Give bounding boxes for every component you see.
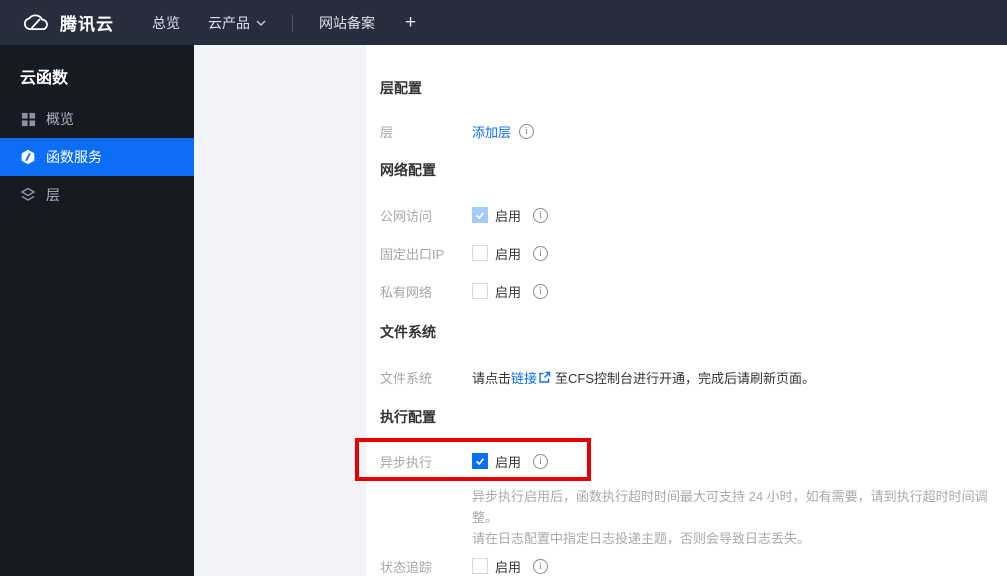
hexagon-function-icon <box>20 149 36 165</box>
sidebar-item-label: 概览 <box>46 111 74 127</box>
nav-cloud-products-label: 云产品 <box>208 14 250 31</box>
section-title-network-config: 网络配置 <box>380 162 436 178</box>
sidebar-item-function-service[interactable]: 函数服务 <box>0 138 194 176</box>
file-system-text-before: 请点击 <box>472 370 512 386</box>
fixed-outbound-ip-checkbox[interactable] <box>472 245 488 261</box>
add-layer-link[interactable]: 添加层 <box>472 122 511 141</box>
sidebar-item-label: 函数服务 <box>46 149 102 165</box>
form-row-file-system: 文件系统 请点击 链接 至CFS控制台进行开通，完成后请刷新页面。 <box>380 366 987 388</box>
row-label-status-tracking: 状态追踪 <box>380 559 433 575</box>
top-navbar: 腾讯云 总览 云产品 网站备案 + <box>0 0 1007 45</box>
secondary-panel <box>194 45 366 576</box>
nav-item-overview[interactable]: 总览 <box>138 0 194 45</box>
enable-label: 启用 <box>495 454 522 470</box>
async-execution-checkbox[interactable] <box>472 453 488 469</box>
nav-add-tab-button[interactable]: + <box>389 12 432 34</box>
private-network-checkbox[interactable] <box>472 283 488 299</box>
description-line: 请在日志配置中指定日志投递主题，否则会导致日志丢失。 <box>472 531 811 546</box>
nav-overview-label: 总览 <box>152 14 180 31</box>
row-label-file-system: 文件系统 <box>380 370 433 386</box>
row-label-private-network: 私有网络 <box>380 284 433 300</box>
section-title-execution-config: 执行配置 <box>380 409 436 425</box>
form-row-public-network: 公网访问 启用 i <box>380 204 987 226</box>
form-row-private-network: 私有网络 启用 i <box>380 280 987 302</box>
enable-label: 启用 <box>495 208 522 224</box>
public-network-checkbox[interactable] <box>472 207 488 223</box>
form-row-fixed-outbound-ip: 固定出口IP 启用 i <box>380 242 987 264</box>
info-icon[interactable]: i <box>519 123 535 139</box>
row-label-public-network: 公网访问 <box>380 208 433 224</box>
sidebar-title: 云函数 <box>20 70 69 87</box>
nav-website-record-label: 网站备案 <box>319 14 375 31</box>
info-icon[interactable]: i <box>533 453 549 469</box>
info-icon[interactable]: i <box>533 207 549 223</box>
brand-name: 腾讯云 <box>60 15 114 34</box>
info-icon[interactable]: i <box>533 283 549 299</box>
status-tracking-checkbox[interactable] <box>472 558 488 574</box>
form-row-async-execution: 异步执行 启用 i <box>380 450 987 472</box>
settings-content: 层配置 层 添加层 i 网络配置 公网访问 启用 i 固定出口IP 启用 i 私… <box>366 45 1007 576</box>
info-icon[interactable]: i <box>533 245 549 261</box>
left-sidebar: 云函数 概览 函数服务 层 <box>0 45 194 576</box>
nav-item-cloud-products[interactable]: 云产品 <box>194 0 280 45</box>
grid-icon <box>20 111 36 127</box>
navbar-brand[interactable]: 腾讯云 <box>0 10 138 35</box>
nav-items: 总览 云产品 网站备案 + <box>138 0 432 45</box>
form-row-status-tracking: 状态追踪 启用 i <box>380 555 987 576</box>
row-label-async-execution: 异步执行 <box>380 454 433 470</box>
sidebar-item-layers[interactable]: 层 <box>0 176 194 214</box>
cfs-link[interactable]: 链接 <box>511 368 537 387</box>
tencent-cloud-logo-icon <box>21 11 51 35</box>
section-title-layer-config: 层配置 <box>380 80 422 96</box>
nav-divider <box>292 13 293 32</box>
enable-label: 启用 <box>495 559 522 575</box>
section-title-file-system: 文件系统 <box>380 324 436 340</box>
enable-label: 启用 <box>495 284 522 300</box>
enable-label: 启用 <box>495 246 522 262</box>
row-label-layer: 层 <box>380 124 394 140</box>
chevron-down-icon <box>256 20 266 26</box>
page: 腾讯云 总览 云产品 网站备案 + 云函数 概览 函数服务 层 层配置 层 添加… <box>0 0 1007 576</box>
sidebar-item-label: 层 <box>46 187 60 203</box>
description-line: 异步执行启用后，函数执行超时时间最大可支持 24 小时，如有需要，请到执行超时时… <box>472 489 988 525</box>
external-link-icon[interactable] <box>538 371 551 384</box>
info-icon[interactable]: i <box>533 558 549 574</box>
form-row-layer: 层 添加层 i <box>380 120 987 142</box>
row-label-fixed-outbound-ip: 固定出口IP <box>380 246 445 262</box>
file-system-text-after: 至CFS控制台进行开通，完成后请刷新页面。 <box>555 370 816 386</box>
sidebar-item-overview[interactable]: 概览 <box>0 100 194 138</box>
nav-item-website-record[interactable]: 网站备案 <box>305 0 389 45</box>
async-execution-description: 异步执行启用后，函数执行超时时间最大可支持 24 小时，如有需要，请到执行超时时… <box>472 486 1002 549</box>
layers-icon <box>20 187 36 203</box>
